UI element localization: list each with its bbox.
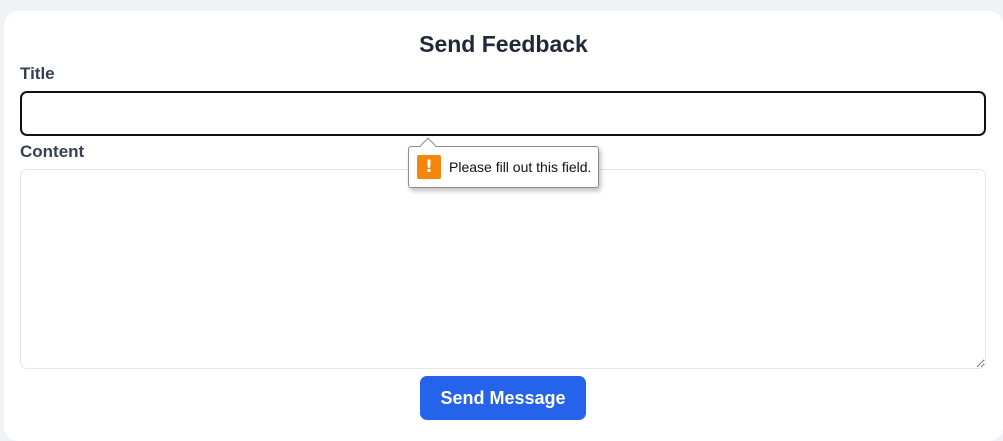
feedback-form-card: Send Feedback Title Content Send Message bbox=[4, 11, 1003, 441]
title-input[interactable] bbox=[20, 91, 986, 136]
validation-tooltip: ! Please fill out this field. bbox=[408, 137, 599, 188]
validation-message: Please fill out this field. bbox=[449, 159, 592, 175]
warning-icon: ! bbox=[417, 155, 441, 179]
send-message-button[interactable]: Send Message bbox=[420, 376, 586, 420]
title-label: Title bbox=[20, 64, 55, 83]
content-label: Content bbox=[20, 142, 85, 161]
form-heading: Send Feedback bbox=[419, 31, 588, 57]
content-textarea[interactable] bbox=[20, 169, 986, 369]
